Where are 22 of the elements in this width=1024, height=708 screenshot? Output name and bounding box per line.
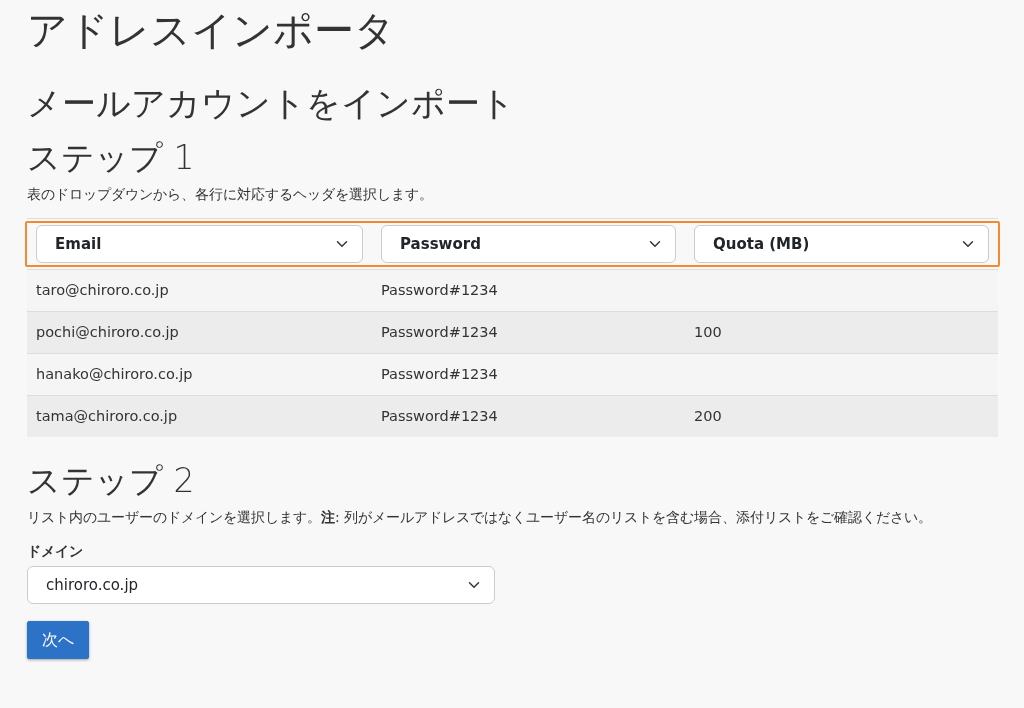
table-cell-text: 200 <box>693 406 723 426</box>
page-title: アドレスインポータ <box>27 6 396 55</box>
step-description: リスト内のユーザーのドメインを選択します。注: 列がメールアドレスではなくユーザー名のリストを含む場合、添付リストをご確認ください。 <box>27 508 934 527</box>
step-heading: ステップ 1 <box>27 137 196 179</box>
column-header-select[interactable]: Quota (MB) <box>694 225 989 263</box>
page-subtitle: メールアカウントをインポート <box>27 82 516 125</box>
table-cell-text: hanako@chiroro.co.jp <box>35 364 194 384</box>
column-header-select[interactable]: Email <box>36 225 363 263</box>
table-cell-text: Password#1234 <box>380 322 499 342</box>
table-cell-text: taro@chiroro.co.jp <box>35 280 170 300</box>
column-header-select[interactable]: Password <box>381 225 676 263</box>
table-cell-text: 100 <box>693 322 723 342</box>
step-heading: ステップ 2 <box>27 460 196 502</box>
table-cell-text: Password#1234 <box>380 364 499 384</box>
table-cell-text: Password#1234 <box>380 406 499 426</box>
table-cell-text: pochi@chiroro.co.jp <box>35 322 180 342</box>
domain-select[interactable]: chiroro.co.jp <box>27 566 495 604</box>
next-button[interactable]: 次へ <box>27 621 89 659</box>
table-cell-text: tama@chiroro.co.jp <box>35 406 179 426</box>
table-cell-text: Password#1234 <box>380 280 499 300</box>
step-description: 表のドロップダウンから、各行に対応するヘッダを選択します。 <box>27 185 434 204</box>
field-label: ドメイン <box>27 542 83 561</box>
